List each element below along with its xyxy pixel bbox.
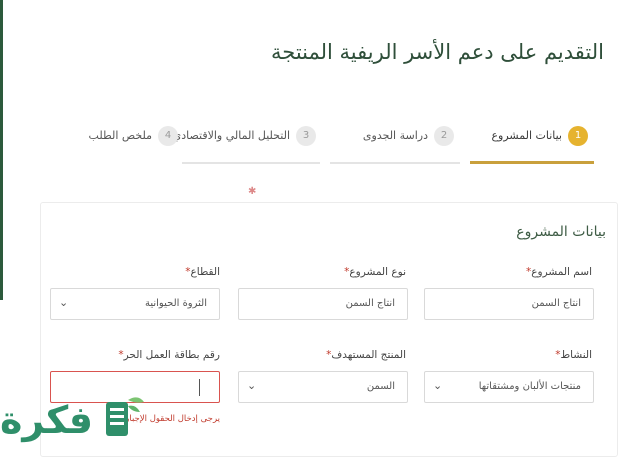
step-label: ملخص الطلب [88, 129, 152, 142]
freelance-card-label: رقم بطاقة العمل الحر* [118, 349, 220, 361]
step-number-badge: 4 [158, 126, 178, 146]
step-number-badge: 1 [568, 126, 588, 146]
decorative-mark: ✱ [248, 186, 257, 197]
project-name-value: انتاج السمن [531, 298, 581, 309]
target-product-select[interactable]: السمن ⌄ [238, 371, 408, 403]
step-progress-bar [330, 162, 460, 164]
step-financial-analysis[interactable]: 3 التحليل المالي والاقتصادي [173, 118, 320, 166]
sector-select[interactable]: الثروة الحيوانية ⌄ [50, 288, 220, 320]
page-title: التقديم على دعم الأسر الريفية المنتجة [271, 40, 604, 64]
activity-value: منتجات الألبان ومشتقاتها [478, 381, 581, 392]
section-title: بيانات المشروع [516, 224, 606, 240]
step-request-summary[interactable]: 4 ملخص الطلب [70, 118, 180, 166]
chevron-down-icon: ⌄ [433, 379, 443, 392]
step-progress-bar [470, 161, 594, 164]
target-product-value: السمن [366, 381, 395, 392]
stepper: 1 بيانات المشروع 2 دراسة الجدوى 3 التحلي… [0, 118, 640, 168]
target-product-label: المنتج المستهدف* [326, 349, 406, 361]
project-type-value: انتاج السمن [345, 298, 395, 309]
step-number-badge: 3 [296, 126, 316, 146]
project-type-label: نوع المشروع* [344, 266, 406, 278]
activity-select[interactable]: منتجات الألبان ومشتقاتها ⌄ [424, 371, 594, 403]
sector-value: الثروة الحيوانية [144, 298, 207, 309]
text-cursor [199, 379, 200, 396]
sector-label: القطاع* [185, 266, 220, 278]
project-name-label: اسم المشروع* [526, 266, 592, 278]
step-label: التحليل المالي والاقتصادي [172, 129, 290, 142]
step-progress-bar [182, 162, 320, 164]
chevron-down-icon: ⌄ [247, 379, 257, 392]
step-number-badge: 2 [434, 126, 454, 146]
project-type-input[interactable]: انتاج السمن [238, 288, 408, 320]
step-label: دراسة الجدوى [362, 129, 428, 142]
fikra-watermark-logo: فكرة [0, 392, 160, 455]
step-label: بيانات المشروع [491, 129, 562, 142]
chevron-down-icon: ⌄ [59, 296, 69, 309]
activity-label: النشاط* [555, 349, 592, 361]
step-project-data[interactable]: 1 بيانات المشروع [470, 118, 594, 166]
step-feasibility-study[interactable]: 2 دراسة الجدوى [330, 118, 460, 166]
project-name-input[interactable]: انتاج السمن [424, 288, 594, 320]
watermark-text: فكرة [0, 398, 94, 442]
